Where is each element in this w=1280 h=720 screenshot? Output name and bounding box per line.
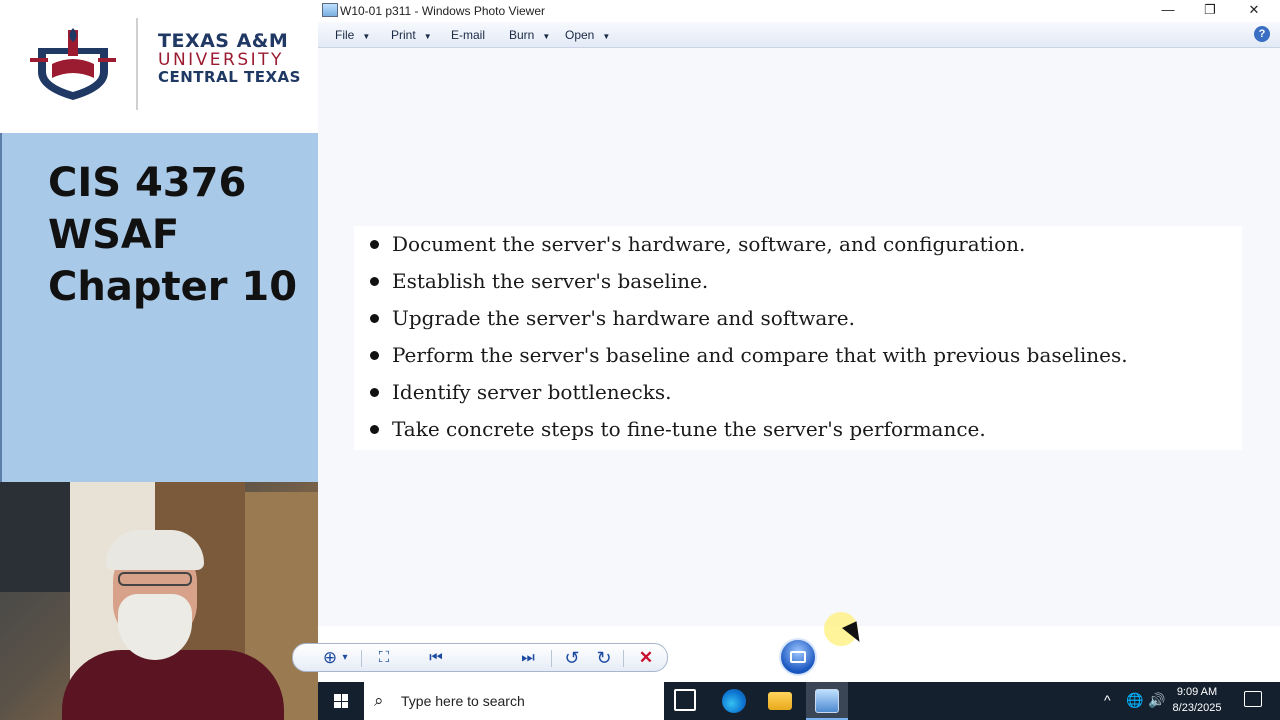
zoom-icon[interactable]: ⊕ (319, 648, 341, 668)
slide-panel: TEXAS A&M UNIVERSITY CENTRAL TEXAS CIS 4… (0, 0, 318, 720)
slideshow-icon (790, 651, 806, 663)
image-bullet-list: Document the server's hardware, software… (368, 228, 1128, 450)
chevron-down-icon: ▼ (423, 32, 432, 41)
windows-taskbar: ⌕ Type here to search ^ 🌐 🔊 9:09 AM 8/23… (318, 682, 1280, 720)
window-title: W10-01 p311 - Windows Photo Viewer (340, 4, 545, 18)
university-wordmark: TEXAS A&M UNIVERSITY CENTRAL TEXAS (158, 30, 301, 86)
edge-browser-icon[interactable] (722, 689, 746, 713)
windows-logo-icon (334, 694, 348, 708)
chevron-down-icon: ▼ (602, 32, 611, 41)
globe-icon[interactable]: 🌐 (1126, 692, 1143, 709)
menu-open[interactable]: Open ▼ (565, 28, 610, 42)
photo-viewer-window: W10-01 p311 - Windows Photo Viewer — ❐ ✕… (318, 0, 1280, 682)
university-emblem-icon (30, 28, 116, 100)
help-icon[interactable]: ? (1254, 26, 1270, 42)
menu-file-label: File (335, 28, 355, 42)
bullet-item: Take concrete steps to fine-tune the ser… (368, 413, 1128, 450)
chevron-down-icon: ▼ (542, 32, 551, 41)
menu-email-label: E-mail (451, 28, 486, 42)
delete-icon[interactable]: ✕ (635, 648, 657, 668)
start-button[interactable] (318, 682, 364, 720)
control-separator (623, 650, 624, 667)
rotate-counterclockwise-icon[interactable]: ↺ (561, 648, 583, 668)
chevron-down-icon: ▼ (362, 32, 371, 41)
bullet-dot-icon (370, 351, 379, 360)
viewer-control-bar: ⊕ ▾ ⛶ ⏮ ⏭ ↺ ↻ ✕ (292, 643, 668, 672)
logo-line-texas-am: TEXAS A&M (158, 30, 289, 52)
restore-button[interactable]: ❐ (1190, 0, 1230, 22)
menu-print[interactable]: Print ▼ (391, 28, 432, 42)
webcam-feed (0, 482, 318, 720)
actual-size-icon[interactable]: ⛶ (373, 648, 395, 668)
chevron-up-icon[interactable]: ^ (1104, 692, 1111, 708)
zoom-dropdown-icon[interactable]: ▾ (339, 648, 351, 668)
taskbar-search-box[interactable]: ⌕ Type here to search (364, 682, 664, 720)
bullet-text: Establish the server's baseline. (392, 269, 709, 293)
control-separator (551, 650, 552, 667)
presenter-glasses (118, 572, 192, 586)
screen: TEXAS A&M UNIVERSITY CENTRAL TEXAS CIS 4… (0, 0, 1280, 720)
photo-viewer-icon (815, 689, 839, 713)
menu-email[interactable]: E-mail (451, 28, 485, 42)
bullet-item: Perform the server's baseline and compar… (368, 339, 1128, 376)
slide-title-line: CIS 4376 (48, 160, 247, 206)
file-explorer-icon[interactable] (768, 692, 792, 710)
previous-icon[interactable]: ⏮ (423, 648, 449, 668)
bullet-text: Take concrete steps to fine-tune the ser… (392, 417, 986, 441)
taskbar-clock[interactable]: 9:09 AM 8/23/2025 (1166, 684, 1228, 716)
bullet-dot-icon (370, 314, 379, 323)
menu-print-label: Print (391, 28, 416, 42)
bullet-item: Document the server's hardware, software… (368, 228, 1128, 265)
logo-divider (136, 18, 138, 110)
slide-title-line: WSAF (48, 212, 180, 258)
menu-open-label: Open (565, 28, 595, 42)
control-separator (361, 650, 362, 667)
clock-date: 8/23/2025 (1172, 702, 1222, 714)
slide-title-line: Chapter 10 (48, 264, 298, 310)
next-icon[interactable]: ⏭ (515, 648, 541, 668)
bullet-dot-icon (370, 240, 379, 249)
logo-line-central-texas: CENTRAL TEXAS (158, 67, 301, 86)
bullet-text: Document the server's hardware, software… (392, 232, 1026, 256)
menu-bar: File ▼ Print ▼ E-mail Burn ▼ Open ▼ ? (318, 22, 1280, 48)
menu-file[interactable]: File ▼ (335, 28, 370, 42)
bullet-item: Establish the server's baseline. (368, 265, 1128, 302)
university-logo-area: TEXAS A&M UNIVERSITY CENTRAL TEXAS (0, 0, 318, 133)
search-icon: ⌕ (374, 691, 384, 710)
menu-burn-label: Burn (509, 28, 535, 42)
bullet-dot-icon (370, 388, 379, 397)
clock-time: 9:09 AM (1176, 686, 1218, 698)
photo-viewer-app-icon (322, 3, 338, 17)
displayed-image: Document the server's hardware, software… (354, 226, 1242, 450)
presenter-hair (106, 530, 204, 570)
minimize-button[interactable]: — (1148, 0, 1188, 22)
task-view-icon[interactable] (674, 689, 696, 711)
photo-viewer-taskbar-button[interactable] (806, 682, 848, 720)
search-placeholder: Type here to search (401, 693, 525, 709)
slide-title-area: CIS 4376 WSAF Chapter 10 (0, 133, 318, 482)
menu-burn[interactable]: Burn ▼ (509, 28, 550, 42)
image-canvas: Document the server's hardware, software… (318, 48, 1280, 626)
window-titlebar[interactable]: W10-01 p311 - Windows Photo Viewer — ❐ ✕ (318, 0, 1280, 22)
presenter-shirt (62, 650, 284, 720)
rotate-clockwise-icon[interactable]: ↻ (593, 648, 615, 668)
bullet-dot-icon (370, 425, 379, 434)
bullet-text: Upgrade the server's hardware and softwa… (392, 306, 855, 330)
bullet-text: Identify server bottlenecks. (392, 380, 672, 404)
bullet-dot-icon (370, 277, 379, 286)
bullet-item: Identify server bottlenecks. (368, 376, 1128, 413)
slideshow-button[interactable] (779, 638, 817, 676)
speaker-icon[interactable]: 🔊 (1148, 692, 1165, 709)
bullet-item: Upgrade the server's hardware and softwa… (368, 302, 1128, 339)
webcam-chalkboard (0, 482, 70, 592)
slide-title: CIS 4376 WSAF Chapter 10 (48, 157, 297, 313)
close-window-button[interactable]: ✕ (1234, 0, 1274, 22)
bullet-text: Perform the server's baseline and compar… (392, 343, 1128, 367)
notification-icon[interactable] (1244, 691, 1262, 707)
